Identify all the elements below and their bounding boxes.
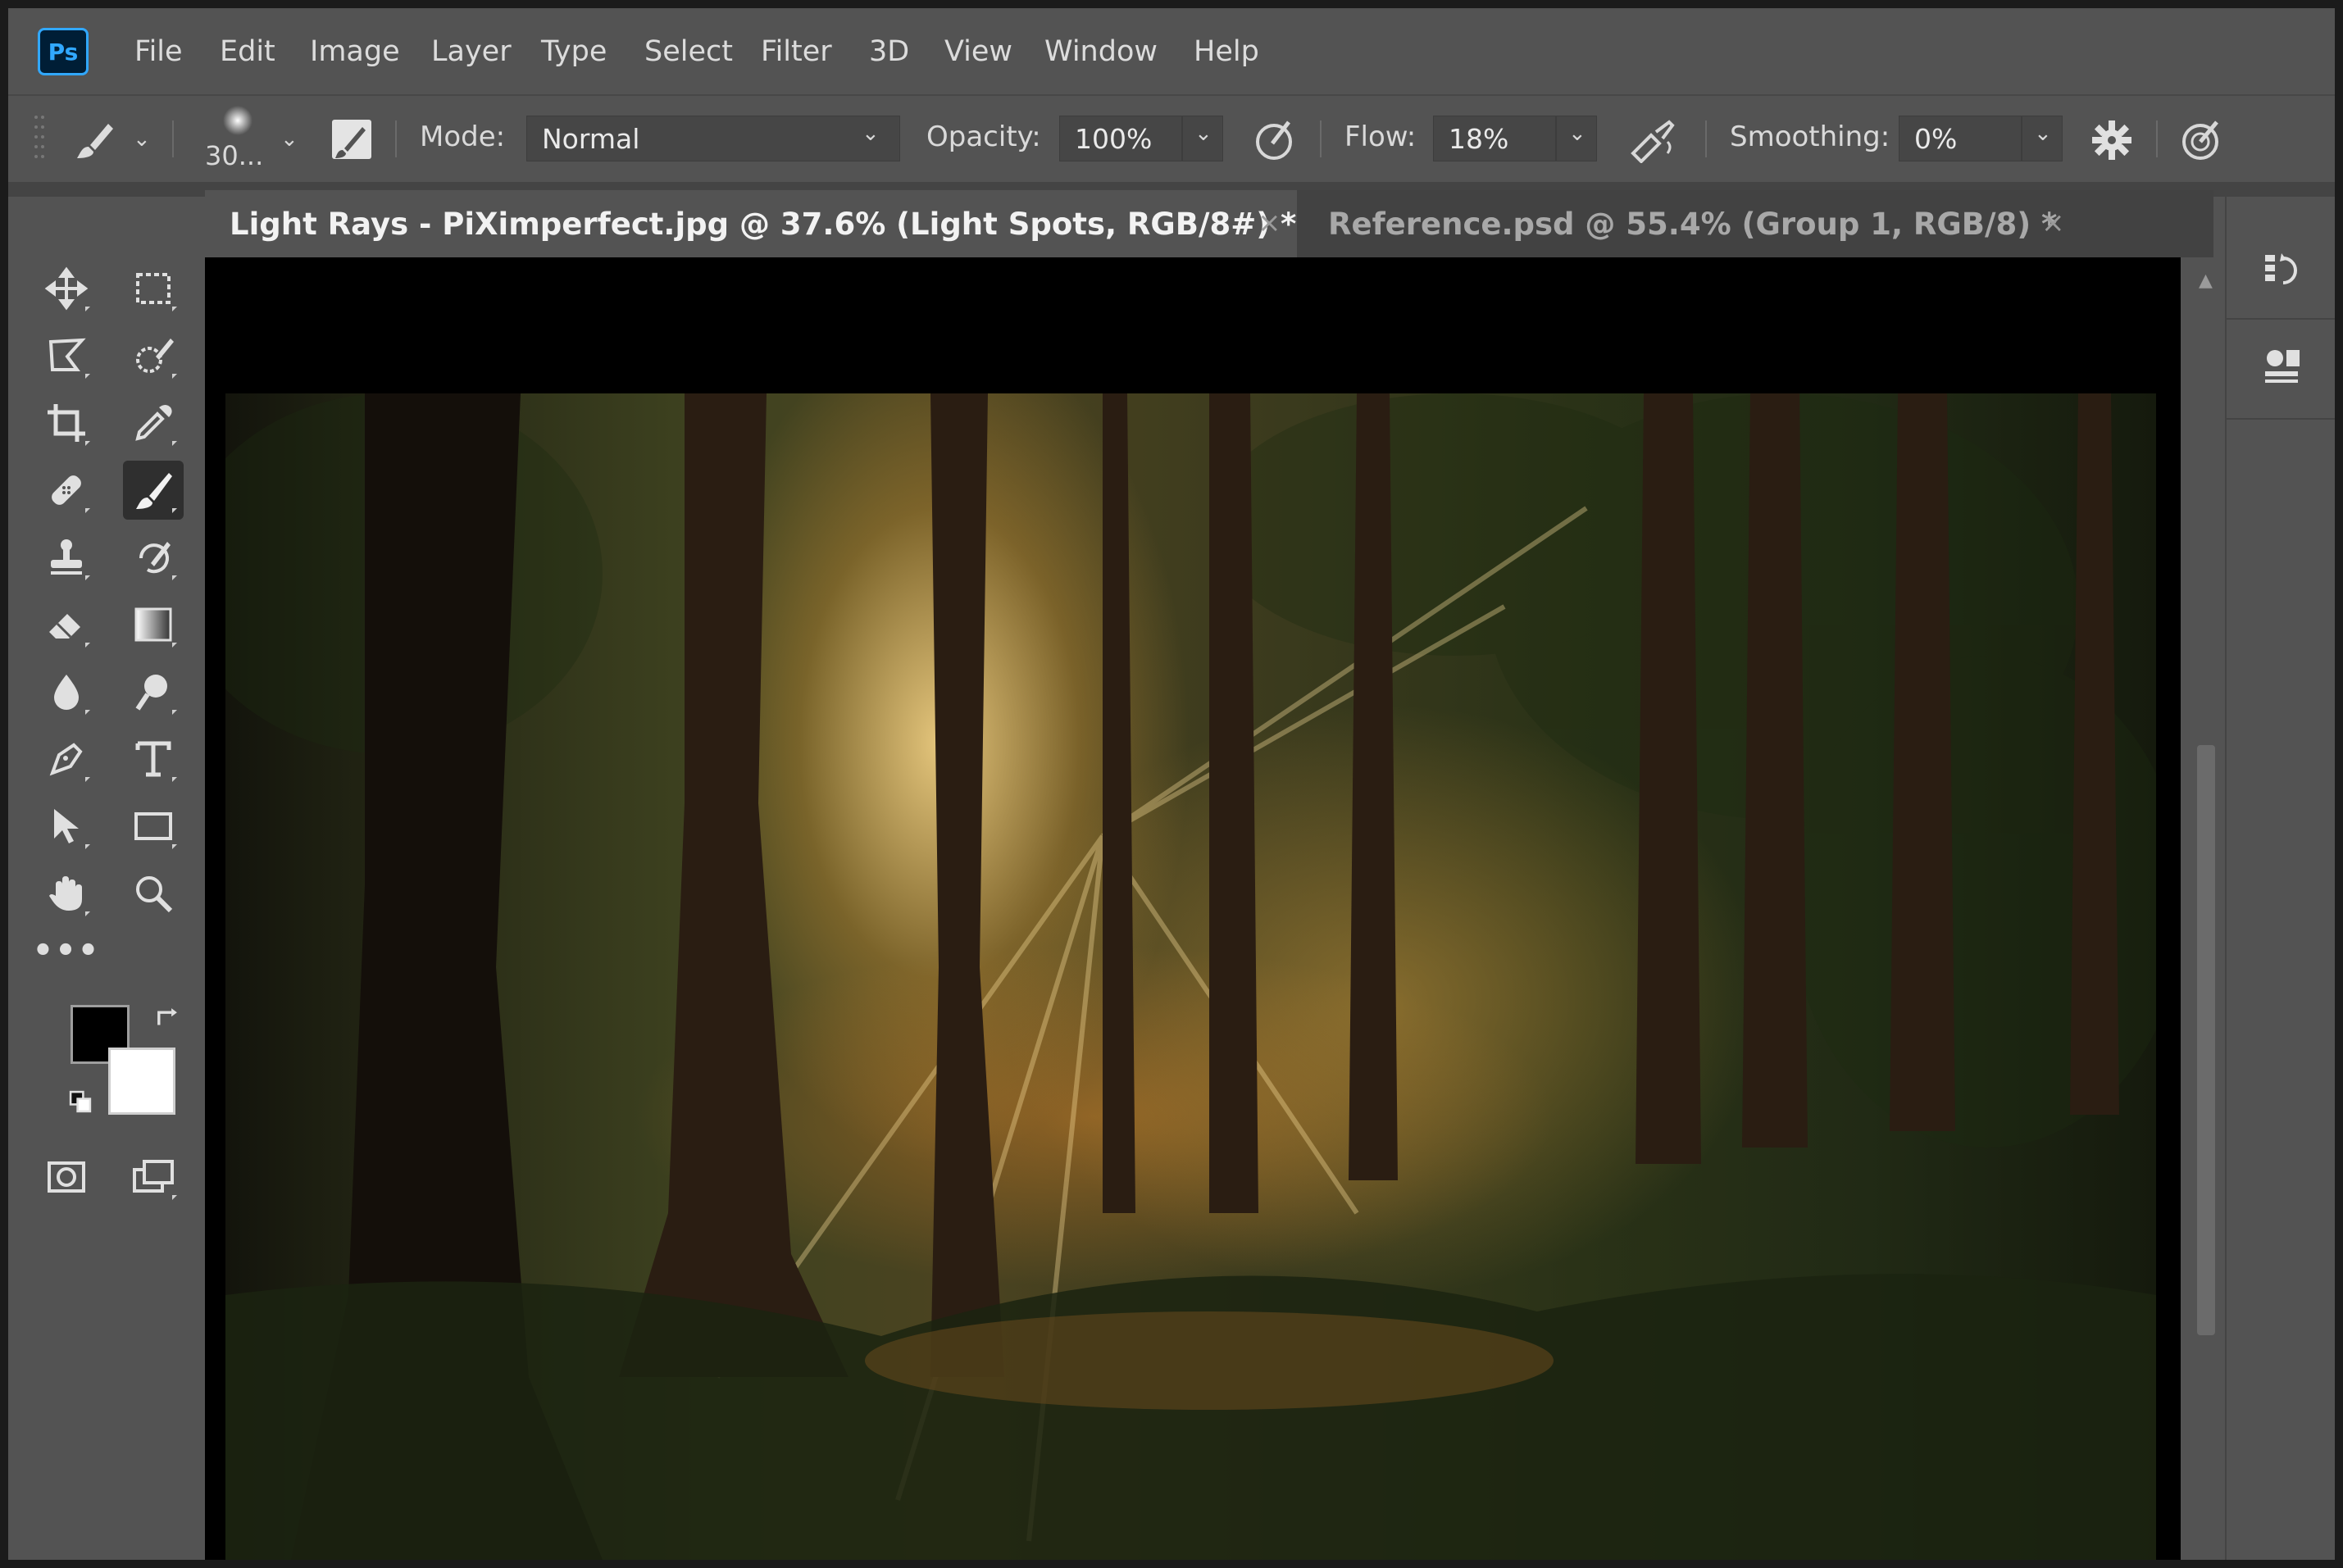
document-image[interactable] [225,393,2156,1560]
scroll-up-icon[interactable]: ▲ [2199,270,2213,291]
separator [395,120,397,157]
path-selection-tool-icon[interactable] [36,797,97,856]
close-icon[interactable]: × [2041,207,2065,239]
photoshop-window: Ps File Edit Image Layer Type Select Fil… [8,8,2335,1560]
smoothing-field[interactable]: 0% [1899,116,2022,161]
menu-window[interactable]: Window [1044,33,1158,70]
mode-label: Mode: [420,120,506,153]
hand-tool-icon[interactable] [36,864,97,923]
smoothing-dropdown[interactable]: ⌄ [2022,116,2063,161]
menu-3d[interactable]: 3D [869,33,909,70]
more-tools-icon[interactable]: ••• [33,926,99,975]
mode-chevron-icon: ⌄ [862,121,880,146]
quick-selection-tool-icon[interactable] [123,326,184,385]
options-bar: ⌄ 30... ⌄ Mode: Normal ⌄ Opacity: 100% ⌄… [8,96,2335,180]
mode-dropdown[interactable]: Normal ⌄ [526,116,900,161]
right-panel-dock [2225,197,2335,1560]
brush-size-label[interactable]: 30... [205,140,263,171]
zoom-tool-icon[interactable] [123,864,184,923]
vertical-scrollbar[interactable]: ▲ [2187,257,2225,1560]
smoothing-chevron-icon: ⌄ [2034,121,2052,146]
tab-reference[interactable]: Reference.psd @ 55.4% (Group 1, RGB/8) *… [1303,190,2123,257]
tab-title: Reference.psd @ 55.4% (Group 1, RGB/8) * [1328,207,2058,242]
background-color-swatch[interactable] [108,1048,175,1115]
menu-view[interactable]: View [944,33,1012,70]
opacity-field[interactable]: 100% [1059,116,1182,161]
dock-divider [2227,318,2335,320]
type-tool-icon[interactable] [123,729,184,789]
flow-field[interactable]: 18% [1433,116,1556,161]
smoothing-settings-gear-icon[interactable] [2089,117,2135,166]
airbrush-icon[interactable] [1626,117,1677,166]
rectangular-marquee-tool-icon[interactable] [123,259,184,318]
blur-tool-icon[interactable] [36,662,97,721]
brush-settings-panel-icon[interactable] [330,117,374,165]
menu-filter[interactable]: Filter [761,33,832,70]
swap-colors-icon[interactable] [149,1000,185,1036]
pen-tool-icon[interactable] [36,729,97,789]
opacity-dropdown[interactable]: ⌄ [1182,116,1223,161]
tab-light-rays[interactable]: Light Rays - PiXimperfect.jpg @ 37.6% (L… [205,190,1297,257]
eyedropper-tool-icon[interactable] [123,393,184,452]
separator [172,120,174,157]
menu-edit[interactable]: Edit [220,33,275,70]
separator [1705,120,1707,157]
separator [1320,120,1322,157]
brush-preset-chevron-icon[interactable]: ⌄ [133,127,151,152]
mode-value: Normal [542,123,640,155]
crop-tool-icon[interactable] [36,393,97,452]
flow-label: Flow: [1344,120,1417,153]
dock-divider [2227,418,2335,420]
history-panel-icon[interactable] [2246,234,2317,308]
brush-tool-icon[interactable] [123,461,184,520]
menu-bar: Ps File Edit Image Layer Type Select Fil… [8,8,2335,96]
tab-title: Light Rays - PiXimperfect.jpg @ 37.6% (L… [230,207,1297,242]
menu-type[interactable]: Type [541,33,607,70]
close-icon[interactable]: × [1258,207,1281,239]
tools-panel: ••• [26,205,198,1560]
move-tool-icon[interactable] [36,259,97,318]
document-tab-bar: Light Rays - PiXimperfect.jpg @ 37.6% (L… [205,190,2213,257]
dodge-tool-icon[interactable] [123,662,184,721]
menu-help[interactable]: Help [1194,33,1259,70]
opacity-label: Opacity: [926,120,1041,153]
default-colors-icon[interactable] [62,1084,98,1120]
history-brush-tool-icon[interactable] [123,528,184,587]
rectangle-tool-icon[interactable] [123,797,184,856]
smoothing-label: Smoothing: [1730,120,1890,153]
quick-mask-icon[interactable] [36,1148,97,1207]
screen-mode-icon[interactable] [123,1148,184,1207]
menu-file[interactable]: File [134,33,183,70]
smoothing-value: 0% [1914,123,1958,155]
layer-comps-panel-icon[interactable] [2246,328,2317,402]
eraser-tool-icon[interactable] [36,595,97,654]
menu-image[interactable]: Image [310,33,400,70]
opacity-chevron-icon: ⌄ [1194,121,1212,146]
clone-stamp-tool-icon[interactable] [36,528,97,587]
brush-preset-icon[interactable] [72,117,118,166]
pressure-opacity-icon[interactable] [1253,116,1300,166]
ps-logo-icon[interactable]: Ps [38,28,89,75]
scroll-thumb[interactable] [2197,745,2215,1335]
pressure-size-icon[interactable] [2179,116,2227,166]
brush-size-chevron-icon[interactable]: ⌄ [280,127,298,152]
separator [2156,120,2158,157]
lasso-tool-icon[interactable] [36,326,97,385]
menu-layer[interactable]: Layer [431,33,512,70]
gradient-tool-icon[interactable] [123,595,184,654]
opacity-value: 100% [1075,123,1153,155]
grip-icon [31,101,48,175]
flow-value: 18% [1449,123,1509,155]
healing-brush-tool-icon[interactable] [36,461,97,520]
flow-dropdown[interactable]: ⌄ [1556,116,1597,161]
brush-tip-icon[interactable] [213,104,262,140]
menu-select[interactable]: Select [644,33,733,70]
flow-chevron-icon: ⌄ [1568,121,1586,146]
